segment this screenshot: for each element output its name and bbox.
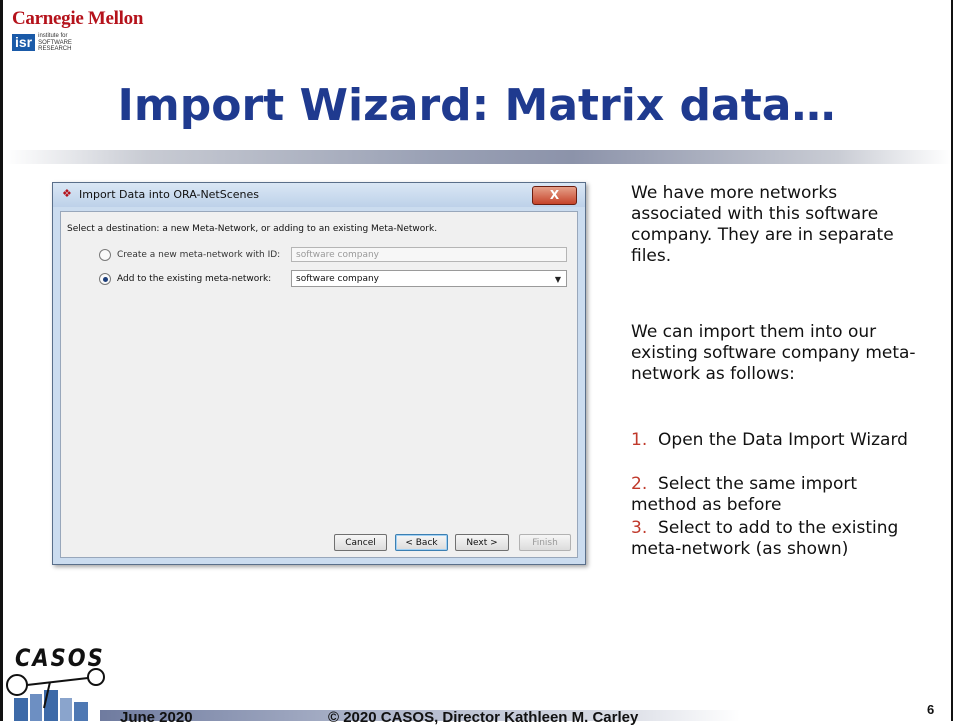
isr-line-1: institute for <box>38 33 68 39</box>
dialog-titlebar[interactable]: ❖ Import Data into ORA-NetScenes X <box>53 183 585 207</box>
add-existing-radio[interactable] <box>99 273 111 285</box>
carnegie-mellon-logo: Carnegie Mellon <box>12 8 144 29</box>
step-2: 2. Select the same import method as befo… <box>631 474 921 516</box>
casos-logo-art <box>6 668 105 721</box>
step-text: Select to add to the existing meta-netwo… <box>631 518 899 559</box>
step-3: 3. Select to add to the existing meta-ne… <box>631 518 921 560</box>
finish-button[interactable]: Finish <box>519 534 571 551</box>
isr-logo-mark: isr <box>12 34 36 52</box>
notes-paragraph-2: We can import them into our existing sof… <box>631 322 916 384</box>
page-number: 6 <box>927 702 935 717</box>
dialog-content: Select a destination: a new Meta-Network… <box>60 211 578 558</box>
cancel-button[interactable]: Cancel <box>334 534 387 551</box>
step-number: 3. <box>631 518 648 538</box>
import-data-dialog: ❖ Import Data into ORA-NetScenes X Selec… <box>52 182 586 565</box>
dialog-title: Import Data into ORA-NetScenes <box>79 188 260 201</box>
step-number: 1. <box>631 430 648 450</box>
isr-logo-text: institute for SOFTWARE RESEARCH <box>38 33 72 53</box>
create-new-radio[interactable] <box>99 249 111 261</box>
ora-app-icon: ❖ <box>62 187 72 200</box>
back-button[interactable]: < Back <box>395 534 448 551</box>
option-add-existing[interactable]: Add to the existing meta-network: <box>99 273 271 285</box>
step-text: Open the Data Import Wizard <box>658 430 908 450</box>
chevron-down-icon[interactable]: ▼ <box>555 271 561 288</box>
isr-logo: isr institute for SOFTWARE RESEARCH <box>12 33 72 53</box>
add-existing-label: Add to the existing meta-network: <box>117 274 272 284</box>
step-text: Select the same import method as before <box>631 474 858 515</box>
next-button[interactable]: Next > <box>455 534 509 551</box>
isr-line-2: SOFTWARE <box>38 39 72 46</box>
step-1: 1. Open the Data Import Wizard <box>631 430 921 451</box>
footer-copyright: © 2020 CASOS, Director Kathleen M. Carle… <box>328 709 639 726</box>
new-meta-network-id-input[interactable]: software company <box>291 247 567 262</box>
step-number: 2. <box>631 474 648 494</box>
existing-meta-network-value: software company <box>296 274 379 284</box>
isr-line-3: RESEARCH <box>38 46 72 52</box>
option-create-new[interactable]: Create a new meta-network with ID: <box>99 249 280 261</box>
destination-instruction: Select a destination: a new Meta-Network… <box>67 224 438 234</box>
title-divider-bar <box>5 150 951 164</box>
create-new-label: Create a new meta-network with ID: <box>117 250 281 260</box>
notes-paragraph-1: We have more networks associated with th… <box>631 183 894 266</box>
close-button[interactable]: X <box>532 186 577 205</box>
slide-title: Import Wizard: Matrix data… <box>117 80 836 131</box>
existing-meta-network-select[interactable]: software company ▼ <box>291 270 567 287</box>
footer-date: June 2020 <box>120 709 193 726</box>
